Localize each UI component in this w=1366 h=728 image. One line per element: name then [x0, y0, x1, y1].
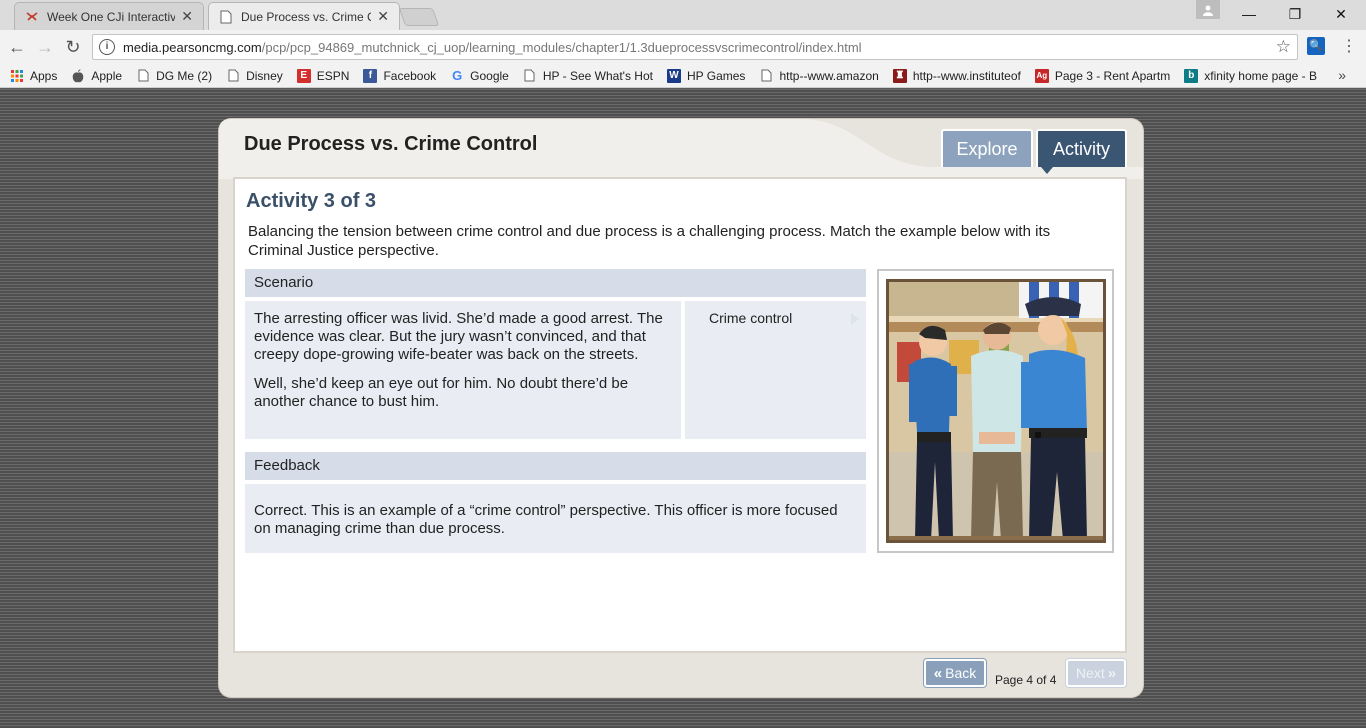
- page-icon: [226, 69, 240, 83]
- forward-arrow-icon[interactable]: →: [34, 36, 56, 58]
- bing-icon: b: [1184, 68, 1199, 83]
- bookmark-item[interactable]: Apps: [10, 69, 57, 83]
- bookmark-label: http--www.amazon: [779, 68, 879, 83]
- browser-tab-due-process[interactable]: Due Process vs. Crime Co ✕: [208, 2, 400, 30]
- close-tab-icon[interactable]: ✕: [377, 8, 389, 25]
- activity-content: Activity 3 of 3 Balancing the tension be…: [233, 177, 1127, 653]
- bookmark-item[interactable]: Ag Page 3 - Rent Apartm: [1034, 68, 1171, 83]
- bookmark-label: http--www.instituteof: [912, 68, 1021, 83]
- profile-icon[interactable]: [1196, 0, 1220, 19]
- bookmark-label: Page 3 - Rent Apartm: [1054, 68, 1171, 83]
- scenario-paragraph: The arresting officer was livid. She’d m…: [254, 310, 663, 363]
- tab-favicon-icon: [25, 10, 39, 24]
- active-tab-pointer: [1041, 167, 1053, 174]
- bookmark-label: Apps: [30, 68, 58, 83]
- minimize-icon[interactable]: —: [1236, 4, 1262, 24]
- page-icon: [523, 69, 537, 83]
- tab-explore[interactable]: Explore: [941, 129, 1033, 167]
- back-label: Back: [945, 665, 977, 681]
- bookmark-label: HP Games: [686, 68, 746, 83]
- address-bar[interactable]: i media.pearsoncmg.com/pcp/pcp_94869_mut…: [92, 34, 1298, 60]
- play-arrow-icon: [851, 313, 859, 325]
- module-frame: Due Process vs. Crime Control Explore Ac…: [219, 119, 1143, 697]
- bookmark-label: xfinity home page - B: [1204, 68, 1317, 83]
- arrest-illustration: [886, 279, 1106, 543]
- bookmark-item[interactable]: W HP Games: [666, 68, 746, 83]
- close-window-icon[interactable]: ✕: [1328, 4, 1354, 24]
- back-button[interactable]: « Back: [924, 659, 986, 687]
- new-tab-button[interactable]: [398, 8, 440, 26]
- bookmark-item[interactable]: HP - See What's Hot: [523, 69, 653, 83]
- facebook-icon: f: [363, 68, 378, 83]
- apps-grid-icon: [10, 69, 24, 83]
- tab-title: Week One CJi Interactive: [47, 9, 176, 24]
- tab-title: Due Process vs. Crime Co: [241, 9, 372, 24]
- bookmark-item[interactable]: f Facebook: [363, 68, 437, 83]
- apple-icon: [71, 68, 85, 83]
- bookmark-label: Google: [470, 68, 509, 83]
- close-tab-icon[interactable]: ✕: [181, 8, 193, 25]
- page-icon: [759, 69, 773, 83]
- browser-toolbar: ← → ↻ i media.pearsoncmg.com/pcp/pcp_948…: [0, 30, 1366, 64]
- bookmark-label: HP - See What's Hot: [542, 68, 653, 83]
- double-chevron-left-icon: «: [933, 664, 943, 682]
- restore-icon[interactable]: ❐: [1282, 4, 1308, 24]
- double-chevron-right-icon: »: [1107, 664, 1117, 682]
- bookmark-item[interactable]: Apple: [71, 69, 122, 83]
- page-icon: [219, 10, 233, 24]
- bookmark-item[interactable]: ♜ http--www.instituteof: [892, 68, 1021, 83]
- bookmark-item[interactable]: b xfinity home page - B: [1184, 68, 1317, 83]
- page-icon: [136, 69, 150, 83]
- next-label: Next: [1075, 665, 1105, 681]
- bookmark-item[interactable]: DG Me (2): [136, 69, 212, 83]
- google-icon: G: [452, 68, 463, 83]
- crest-icon: ♜: [892, 68, 907, 83]
- browser-tab-week-one[interactable]: Week One CJi Interactive ✕: [14, 2, 204, 30]
- bookmarks-overflow-icon[interactable]: »: [1338, 67, 1346, 83]
- menu-kebab-icon[interactable]: ⋮: [1340, 36, 1358, 58]
- ag-icon: Ag: [1034, 68, 1049, 83]
- espn-icon: E: [296, 68, 311, 83]
- info-icon[interactable]: i: [99, 39, 115, 55]
- bookmark-item[interactable]: http--www.amazon: [759, 68, 879, 83]
- bookmark-label: Facebook: [383, 68, 437, 83]
- activity-heading: Activity 3 of 3: [246, 190, 377, 212]
- back-arrow-icon[interactable]: ←: [6, 36, 28, 58]
- bookmark-item[interactable]: Disney: [226, 69, 283, 83]
- tab-activity[interactable]: Activity: [1036, 129, 1127, 167]
- feedback-text: Correct. This is an example of a “crime …: [245, 484, 866, 553]
- tab-strip: Week One CJi Interactive ✕ Due Process v…: [0, 0, 1366, 30]
- bookmark-label: ESPN: [316, 68, 350, 83]
- bookmark-label: Apple: [91, 68, 123, 83]
- wgames-icon: W: [666, 68, 681, 83]
- extension-search-icon[interactable]: 🔍: [1307, 37, 1325, 55]
- instructions-text: Balancing the tension between crime cont…: [248, 223, 1051, 259]
- answer-choice[interactable]: Crime control: [709, 310, 792, 326]
- scenario-paragraph: Well, she’d keep an eye out for him. No …: [254, 375, 629, 410]
- reload-icon[interactable]: ↻: [62, 36, 84, 58]
- bookmark-item[interactable]: G Google: [450, 68, 509, 83]
- feedback-label: Feedback: [245, 452, 866, 480]
- page-indicator: Page 4 of 4: [995, 673, 1057, 687]
- bookmark-label: Disney: [246, 68, 283, 83]
- bookmark-label: DG Me (2): [156, 68, 213, 83]
- next-button[interactable]: Next »: [1066, 659, 1126, 687]
- bookmarks-bar: Apps Apple DG Me (2) Disney E ESPN f Facebook G G…: [0, 64, 1366, 88]
- illustration-frame: [877, 269, 1114, 553]
- scenario-label: Scenario: [245, 269, 866, 297]
- url-text: media.pearsoncmg.com/pcp/pcp_94869_mutch…: [123, 39, 862, 55]
- module-title: Due Process vs. Crime Control: [244, 133, 538, 155]
- bookmark-item[interactable]: E ESPN: [296, 68, 350, 83]
- answer-dropzone[interactable]: Crime control: [685, 301, 866, 439]
- scenario-text-box: The arresting officer was livid. She’d m…: [245, 301, 681, 439]
- bookmark-star-icon[interactable]: ☆: [1276, 37, 1291, 57]
